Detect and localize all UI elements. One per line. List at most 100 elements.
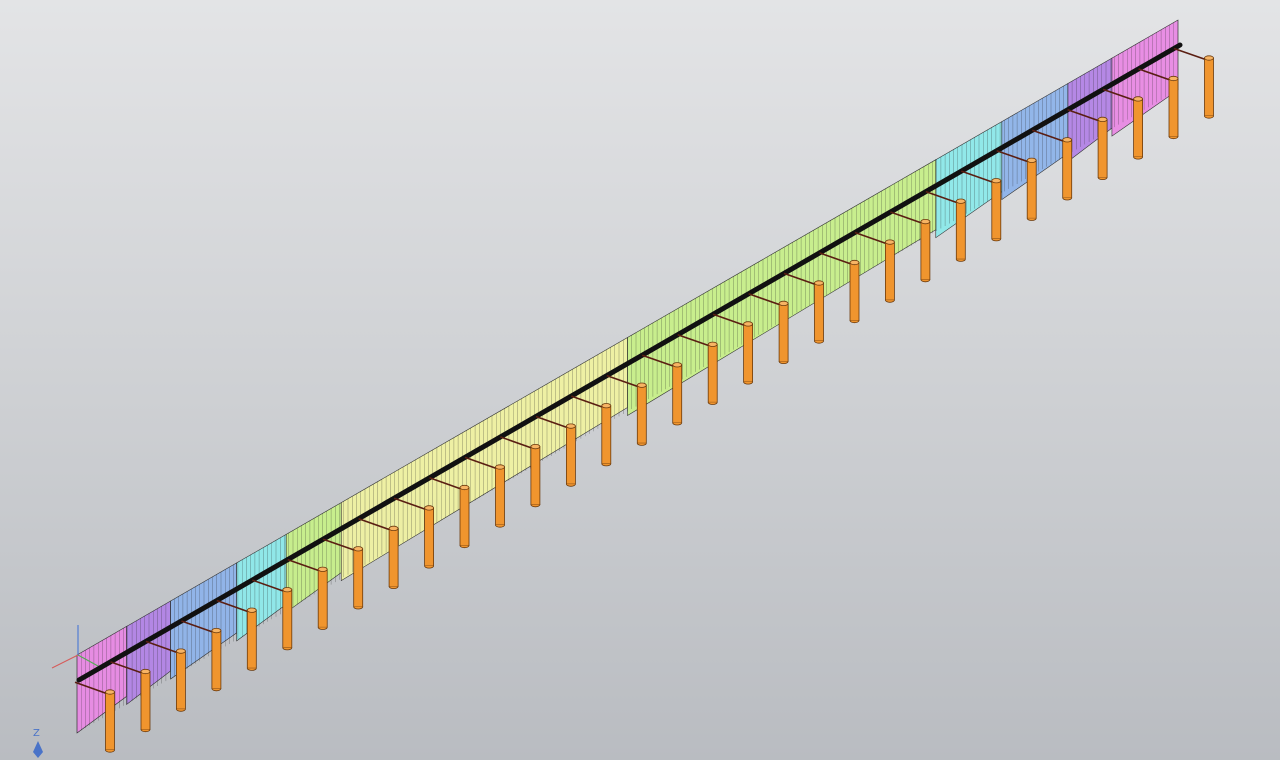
pile: [317, 568, 328, 628]
pile-bottom: [140, 729, 151, 733]
pile-top: [495, 464, 505, 470]
pile-top: [530, 443, 541, 450]
pile: [955, 200, 966, 260]
pile: [246, 609, 257, 669]
pile: [849, 262, 860, 321]
anchor-tie: [1173, 47, 1208, 61]
pile-bottom: [920, 279, 931, 283]
pile-top: [672, 362, 683, 368]
pile-top: [636, 382, 647, 388]
pile-bottom: [388, 586, 399, 589]
wall-panel: [340, 336, 628, 582]
pile-top: [282, 587, 293, 593]
pile: [1133, 98, 1143, 158]
pile: [707, 343, 718, 403]
pile-top: [1026, 157, 1037, 163]
pile-top: [1097, 116, 1108, 123]
pile-bottom: [246, 668, 257, 671]
pile: [814, 282, 824, 342]
pile-top: [991, 178, 1002, 184]
pile-top: [388, 525, 399, 532]
pile: [1168, 78, 1179, 137]
pile: [1204, 57, 1214, 117]
pile-bottom: [849, 320, 860, 324]
pile-top: [246, 607, 257, 613]
pile-top: [885, 239, 895, 245]
pile: [566, 425, 576, 485]
pile-top: [849, 259, 860, 266]
pile-bottom: [885, 299, 895, 303]
capping-beam[interactable]: [76, 42, 1183, 683]
pile: [920, 221, 931, 281]
pile: [424, 507, 435, 567]
pile: [353, 548, 364, 608]
pile-top: [459, 484, 470, 491]
pile: [459, 487, 470, 546]
pile-bottom: [1204, 115, 1214, 119]
pile-bottom: [1133, 156, 1143, 160]
pile-top: [601, 403, 612, 409]
pile-top: [105, 689, 115, 695]
pile-top: [353, 546, 364, 552]
pile: [388, 528, 399, 587]
pile: [743, 323, 753, 383]
pile: [140, 671, 151, 730]
pile-top: [1168, 75, 1179, 82]
pile-bottom: [707, 402, 718, 405]
pile-top: [1204, 55, 1214, 61]
pile-top: [814, 280, 824, 286]
pile-top: [920, 219, 931, 225]
pile-bottom: [1062, 197, 1073, 201]
pile-top: [175, 648, 186, 654]
pile: [175, 650, 186, 710]
pile-bottom: [282, 647, 293, 651]
pile: [601, 405, 612, 465]
pile-bottom: [814, 340, 824, 344]
pile: [885, 241, 895, 301]
pile-bottom: [211, 688, 222, 692]
pile-bottom: [566, 483, 576, 487]
pile: [636, 384, 647, 444]
pile-top: [743, 321, 753, 327]
pile: [1026, 159, 1037, 219]
pile: [672, 364, 683, 424]
pile-bottom: [672, 422, 683, 426]
beam-line: [76, 42, 1183, 683]
pile-top: [707, 341, 718, 347]
z-axis-arrow-icon: [33, 741, 43, 758]
pile-top: [317, 566, 328, 572]
pile: [778, 302, 789, 362]
pile: [105, 691, 115, 751]
pile-bottom: [424, 565, 434, 569]
pile: [530, 446, 541, 506]
pile: [495, 466, 505, 526]
pile-top: [140, 668, 151, 675]
pile: [282, 589, 293, 649]
pile: [991, 180, 1002, 240]
model-scene[interactable]: [0, 0, 1280, 760]
pile-bottom: [1168, 136, 1179, 140]
pile-bottom: [1026, 218, 1037, 221]
3d-viewport[interactable]: Z: [0, 0, 1280, 760]
pile-bottom: [1097, 177, 1108, 180]
pile-bottom: [353, 606, 364, 610]
pile-top: [1133, 96, 1143, 102]
pile-bottom: [601, 463, 612, 467]
pile-top: [1062, 137, 1073, 143]
pile: [1062, 139, 1073, 199]
pile-bottom: [459, 545, 470, 549]
pile-top: [566, 423, 576, 429]
pile-top: [955, 198, 966, 204]
pile-bottom: [778, 361, 789, 364]
pile-bottom: [105, 749, 115, 753]
pile-bottom: [955, 259, 966, 262]
x-axis-line: [51, 654, 79, 669]
pile-top: [211, 627, 222, 634]
pile: [211, 630, 222, 689]
pile: [1097, 119, 1108, 178]
pile-bottom: [636, 443, 647, 446]
pile-bottom: [317, 627, 328, 630]
pile-bottom: [530, 504, 541, 508]
pile-bottom: [176, 708, 186, 712]
pile-top: [778, 300, 789, 306]
